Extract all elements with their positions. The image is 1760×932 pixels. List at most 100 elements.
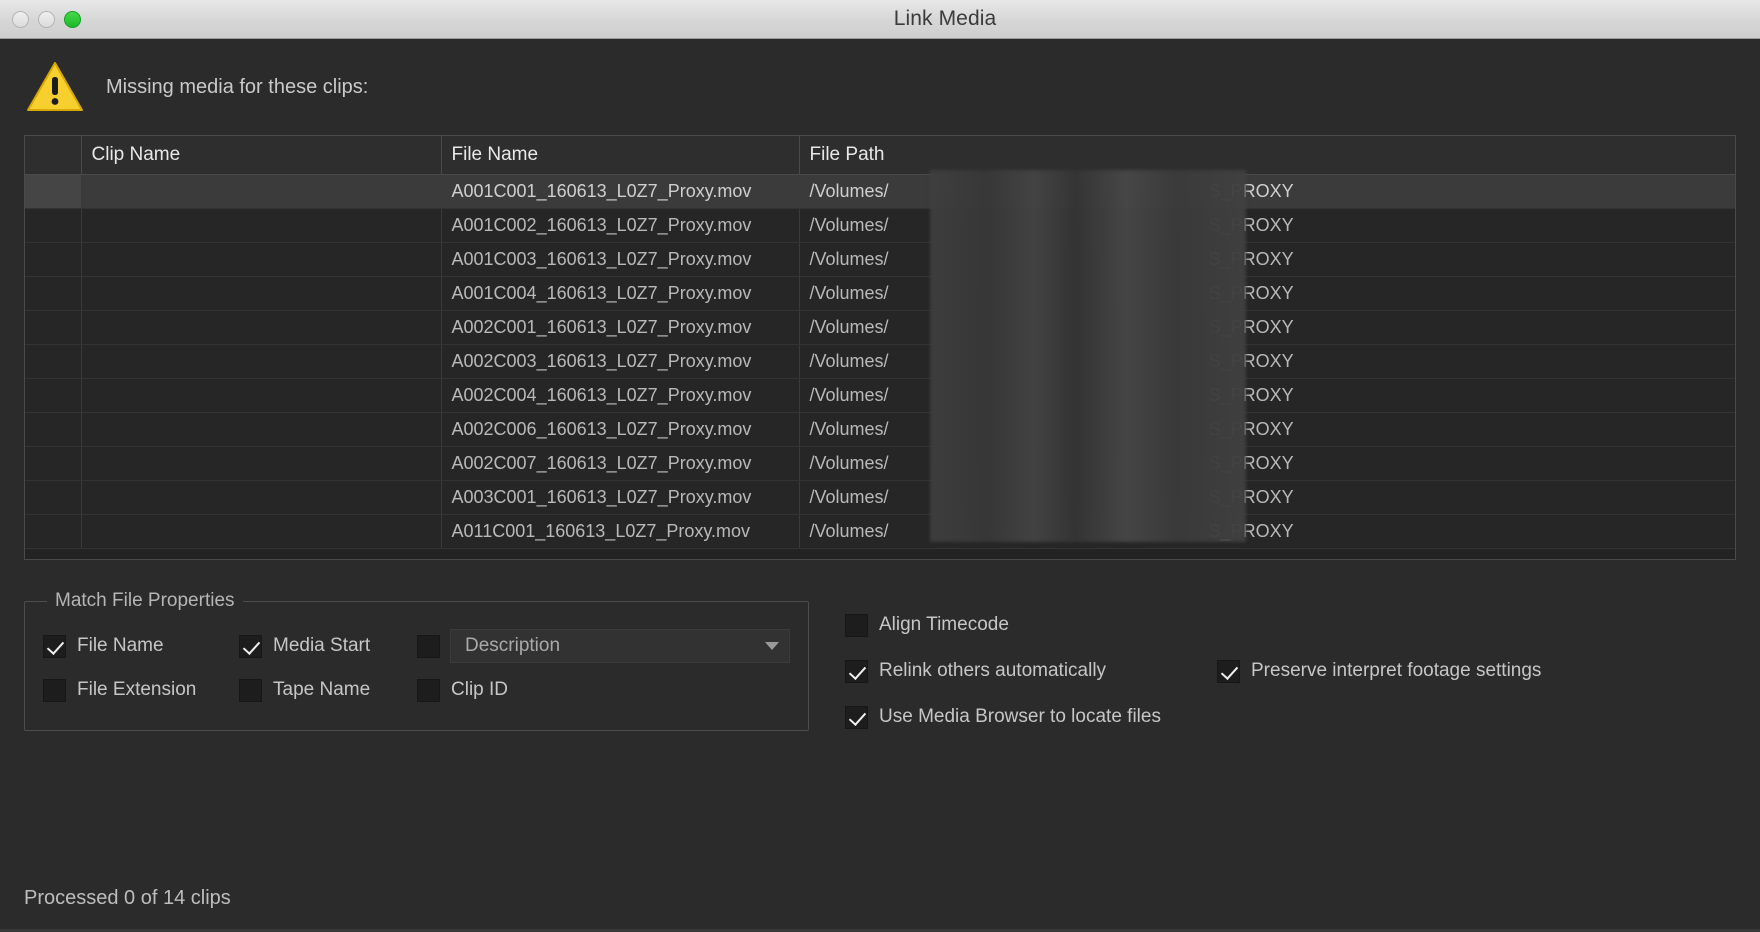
table-row[interactable]: A002C003_160613_L0Z7_Proxy.mov/Volumes/S…	[25, 344, 1735, 379]
file-path-redacted-segment	[889, 416, 1207, 442]
table-row[interactable]: A002C006_160613_L0Z7_Proxy.mov/Volumes/S…	[25, 412, 1735, 447]
link-options-row-3: Use Media Browser to locate files	[845, 694, 1736, 740]
cell-file-name: A002C001_160613_L0Z7_Proxy.mov	[441, 310, 800, 345]
row-select-cell[interactable]	[25, 412, 82, 447]
file-path-prefix: /Volumes/	[809, 214, 889, 235]
file-path-suffix: S_PROXY	[1208, 282, 1294, 303]
row-select-cell[interactable]	[25, 446, 82, 481]
checkbox-preserve-interpret[interactable]: Preserve interpret footage settings	[1217, 659, 1541, 683]
window-title: Link Media	[893, 7, 997, 30]
table-row[interactable]: A002C001_160613_L0Z7_Proxy.mov/Volumes/S…	[25, 310, 1735, 345]
status-text: Processed 0 of 14 clips	[24, 887, 231, 909]
column-header-file-path[interactable]: File Path	[799, 136, 1735, 175]
cell-file-name: A001C002_160613_L0Z7_Proxy.mov	[441, 208, 800, 243]
zoom-window-button[interactable]	[64, 10, 81, 28]
checkbox-file-name[interactable]: File Name	[43, 634, 239, 658]
cell-file-path: /Volumes/S_PROXY	[799, 514, 1735, 549]
file-path-suffix: S_PROXY	[1208, 418, 1294, 439]
checkbox-file-name-label: File Name	[77, 635, 164, 656]
table-row[interactable]: A011C001_160613_L0Z7_Proxy.mov/Volumes/S…	[25, 514, 1735, 549]
checkbox-tape-name-label: Tape Name	[273, 679, 371, 700]
checkbox-metadata-field-box[interactable]	[417, 634, 440, 658]
file-path-suffix: S_PROXY	[1208, 316, 1294, 337]
file-path-redacted-segment	[889, 280, 1207, 306]
checkbox-file-extension-label: File Extension	[77, 679, 197, 700]
missing-media-table-container[interactable]: Clip Name File Name File Path A001C001_1…	[24, 135, 1736, 560]
metadata-field-dropdown-value: Description	[465, 635, 561, 656]
cell-file-path: /Volumes/S_PROXY	[799, 480, 1735, 515]
checkbox-preserve-interpret-box[interactable]	[1217, 659, 1240, 683]
checkbox-tape-name-box[interactable]	[239, 678, 262, 702]
row-select-cell[interactable]	[25, 174, 82, 209]
cell-file-name: A002C003_160613_L0Z7_Proxy.mov	[441, 344, 800, 379]
column-header-file-name[interactable]: File Name	[441, 136, 800, 175]
file-path-suffix: S_PROXY	[1208, 452, 1294, 473]
match-row-2: File Extension Tape Name Clip ID	[43, 668, 790, 712]
row-select-cell[interactable]	[25, 378, 82, 413]
close-window-button[interactable]	[12, 10, 29, 28]
cell-file-path: /Volumes/S_PROXY	[799, 208, 1735, 243]
row-select-cell[interactable]	[25, 480, 82, 515]
table-body: A001C001_160613_L0Z7_Proxy.mov/Volumes/S…	[25, 174, 1735, 549]
row-select-cell[interactable]	[25, 310, 82, 345]
file-path-redacted-segment	[889, 484, 1207, 510]
column-header-select[interactable]	[25, 136, 82, 175]
options-area: Match File Properties File Name Media St…	[24, 590, 1736, 740]
chevron-down-icon	[765, 642, 779, 650]
cell-file-path: /Volumes/S_PROXY	[799, 446, 1735, 481]
checkbox-use-media-browser-box[interactable]	[845, 705, 868, 729]
row-select-cell[interactable]	[25, 514, 82, 549]
cell-file-name: A002C006_160613_L0Z7_Proxy.mov	[441, 412, 800, 447]
cell-file-path: /Volumes/S_PROXY	[799, 242, 1735, 277]
checkbox-file-name-box[interactable]	[43, 634, 66, 658]
row-select-cell[interactable]	[25, 242, 82, 277]
row-select-cell[interactable]	[25, 276, 82, 311]
checkbox-use-media-browser[interactable]: Use Media Browser to locate files	[845, 705, 1161, 729]
checkbox-media-start-box[interactable]	[239, 634, 262, 658]
missing-media-header: Missing media for these clips:	[24, 39, 1736, 135]
checkbox-align-timecode[interactable]: Align Timecode	[845, 613, 1009, 637]
file-path-suffix: S_PROXY	[1208, 214, 1294, 235]
row-select-cell[interactable]	[25, 208, 82, 243]
checkbox-media-start[interactable]: Media Start	[239, 634, 417, 658]
checkbox-clip-id-label: Clip ID	[451, 679, 509, 700]
checkbox-metadata-field[interactable]: Description	[417, 629, 790, 663]
cell-file-path: /Volumes/S_PROXY	[799, 174, 1735, 209]
file-path-redacted-segment	[889, 450, 1207, 476]
cell-file-name: A001C004_160613_L0Z7_Proxy.mov	[441, 276, 800, 311]
table-row[interactable]: A001C002_160613_L0Z7_Proxy.mov/Volumes/S…	[25, 208, 1735, 243]
checkbox-relink-others-box[interactable]	[845, 659, 868, 683]
checkbox-file-extension[interactable]: File Extension	[43, 678, 239, 702]
column-header-clip-name[interactable]: Clip Name	[81, 136, 442, 175]
warning-triangle-icon	[26, 61, 84, 113]
metadata-field-dropdown[interactable]: Description	[450, 629, 790, 663]
link-media-dialog: Link Media Missing media for these clips…	[0, 0, 1760, 932]
checkbox-clip-id-box[interactable]	[417, 678, 440, 702]
minimize-window-button[interactable]	[38, 10, 55, 28]
file-path-prefix: /Volumes/	[809, 452, 889, 473]
missing-media-table: Clip Name File Name File Path A001C001_1…	[25, 136, 1735, 549]
cell-clip-name	[81, 242, 442, 277]
table-row[interactable]: A002C004_160613_L0Z7_Proxy.mov/Volumes/S…	[25, 378, 1735, 413]
cell-clip-name	[81, 310, 442, 345]
table-row[interactable]: A001C001_160613_L0Z7_Proxy.mov/Volumes/S…	[25, 174, 1735, 209]
match-row-1: File Name Media Start Description	[43, 624, 790, 668]
checkbox-align-timecode-box[interactable]	[845, 613, 868, 637]
row-select-cell[interactable]	[25, 344, 82, 379]
table-row[interactable]: A002C007_160613_L0Z7_Proxy.mov/Volumes/S…	[25, 446, 1735, 481]
file-path-prefix: /Volumes/	[809, 520, 889, 541]
checkbox-tape-name[interactable]: Tape Name	[239, 678, 417, 702]
table-row[interactable]: A003C001_160613_L0Z7_Proxy.mov/Volumes/S…	[25, 480, 1735, 515]
checkbox-file-extension-box[interactable]	[43, 678, 66, 702]
table-row[interactable]: A001C004_160613_L0Z7_Proxy.mov/Volumes/S…	[25, 276, 1735, 311]
link-options-row-1: Align Timecode	[845, 602, 1736, 648]
cell-file-name: A002C007_160613_L0Z7_Proxy.mov	[441, 446, 800, 481]
table-row[interactable]: A001C003_160613_L0Z7_Proxy.mov/Volumes/S…	[25, 242, 1735, 277]
checkbox-clip-id[interactable]: Clip ID	[417, 678, 509, 702]
cell-file-name: A001C003_160613_L0Z7_Proxy.mov	[441, 242, 800, 277]
checkbox-use-media-browser-label: Use Media Browser to locate files	[879, 706, 1161, 727]
checkbox-relink-others[interactable]: Relink others automatically	[845, 659, 1217, 683]
cell-file-path: /Volumes/S_PROXY	[799, 412, 1735, 447]
checkbox-relink-others-label: Relink others automatically	[879, 660, 1107, 681]
match-file-properties-group: Match File Properties File Name Media St…	[24, 590, 809, 731]
